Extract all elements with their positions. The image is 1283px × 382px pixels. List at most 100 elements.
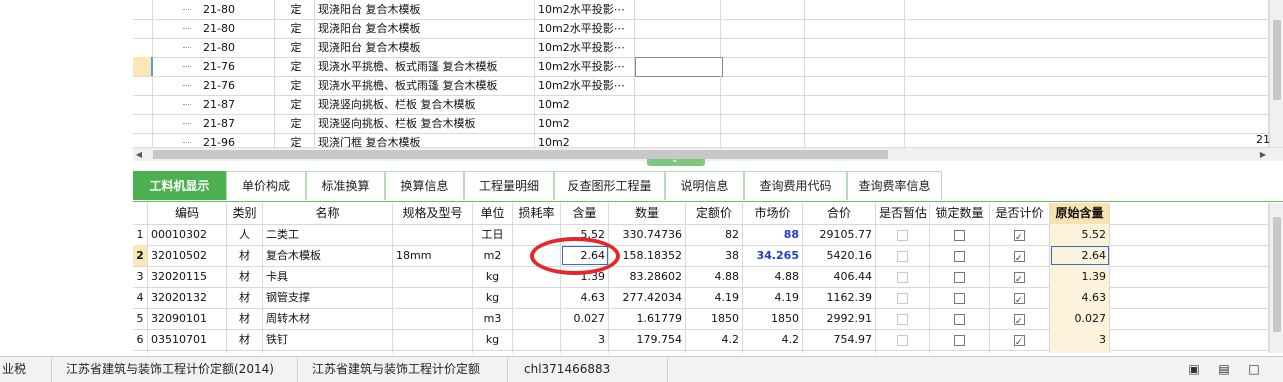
checkbox-provisional[interactable]: [897, 271, 908, 283]
grid-header-cell[interactable]: [133, 203, 148, 224]
cell-lock-qty[interactable]: [930, 350, 990, 353]
cell-provisional[interactable]: [876, 329, 930, 350]
tab-8[interactable]: 查询费率信息: [847, 171, 942, 200]
cell-lock-qty[interactable]: [930, 224, 990, 245]
table-row[interactable]: 703570237材镀锌铁丝22#kg0.031.797545.55.59.89…: [133, 350, 1269, 353]
grid-header-cell[interactable]: 定额价: [686, 203, 743, 224]
checkbox-priced[interactable]: [1014, 312, 1025, 329]
cell-provisional[interactable]: [876, 224, 930, 245]
checkbox-priced[interactable]: [1014, 249, 1025, 266]
cell-market-price[interactable]: 4.19: [743, 287, 803, 308]
grid-header-cell[interactable]: 类别: [227, 203, 263, 224]
cell-market-price[interactable]: 88: [743, 224, 803, 245]
cell-lock-qty[interactable]: [930, 329, 990, 350]
tab-1[interactable]: 单价构成: [226, 171, 306, 200]
checkbox-lock-qty[interactable]: [954, 229, 965, 241]
tab-7[interactable]: 查询费用代码: [744, 171, 847, 200]
upper-horizontal-scrollbar[interactable]: ◀ ▶: [133, 147, 1283, 161]
cell-lock-qty[interactable]: [930, 308, 990, 329]
upper-vertical-scrollbar[interactable]: [1269, 0, 1283, 147]
grid-header-cell[interactable]: 原始含量: [1050, 203, 1110, 224]
upper-vscroll-thumb[interactable]: [1273, 20, 1281, 100]
cell-provisional[interactable]: [876, 350, 930, 353]
grid-header-cell[interactable]: 损耗率: [513, 203, 561, 224]
grid-header-cell[interactable]: 编码: [148, 203, 227, 224]
checkbox-lock-qty[interactable]: [954, 250, 965, 262]
grid-header-cell[interactable]: 合价: [803, 203, 876, 224]
quota-row[interactable]: 21-80 定现浇阳台 复合木模板 10m2水平投影⋯: [133, 38, 1269, 58]
tab-3[interactable]: 换算信息: [385, 171, 464, 200]
cell-qty[interactable]: 4.63: [561, 287, 609, 308]
lower-vertical-scrollbar[interactable]: [1269, 203, 1283, 353]
quota-row[interactable]: 21-80 定现浇阳台 复合木模板 10m2水平投影⋯: [133, 19, 1269, 39]
cell-market-price[interactable]: 5.5: [743, 350, 803, 353]
table-row[interactable]: 3 32020115 材卡具 kg 1.39 83.28602 4.88 4.88 406.44…: [133, 266, 1269, 288]
grid-header-cell[interactable]: 单位: [473, 203, 513, 224]
scroll-right-icon[interactable]: ▶: [1257, 148, 1269, 161]
table-row[interactable]: 1 00010302 人二类工 工日 5.52 330.74736 82 88 29105.77…: [133, 224, 1269, 246]
cell-priced[interactable]: [990, 224, 1050, 245]
checkbox-provisional[interactable]: [897, 292, 908, 304]
scroll-left-icon[interactable]: ◀: [133, 148, 145, 161]
cell-qty[interactable]: 0.03: [561, 350, 609, 353]
cell-provisional[interactable]: [876, 308, 930, 329]
checkbox-lock-qty[interactable]: [954, 334, 965, 346]
tab-2[interactable]: 标准换算: [306, 171, 385, 200]
grid-header-cell[interactable]: 市场价: [743, 203, 803, 224]
checkbox-priced[interactable]: [1014, 228, 1025, 245]
cell-priced[interactable]: [990, 245, 1050, 266]
checkbox-priced[interactable]: [1014, 270, 1025, 287]
cell-lock-qty[interactable]: [930, 266, 990, 287]
cell-lock-qty[interactable]: [930, 287, 990, 308]
grid-header-cell[interactable]: 含量: [561, 203, 609, 224]
upper-hscroll-thumb[interactable]: [153, 150, 888, 159]
quota-row[interactable]: 21-87 定现浇竖向挑板、栏板 复合木模板 10m2: [133, 114, 1269, 134]
checkbox-provisional[interactable]: [897, 250, 908, 262]
quota-row[interactable]: 21-87 定现浇竖向挑板、栏板 复合木模板 10m2: [133, 95, 1269, 115]
checkbox-lock-qty[interactable]: [954, 313, 965, 325]
grid-header-cell[interactable]: 锁定数量: [930, 203, 990, 224]
quota-row[interactable]: 21-76 定现浇水平挑檐、板式雨篷 复合木模板 10m2水平投影⋯: [133, 76, 1269, 96]
tab-5[interactable]: 反查图形工程量: [554, 171, 665, 200]
cell-market-price[interactable]: 34.265: [743, 245, 803, 266]
checkbox-provisional[interactable]: [897, 334, 908, 346]
fullscreen-view-icon[interactable]: □: [1246, 362, 1262, 376]
grid-header-cell[interactable]: 数量: [609, 203, 686, 224]
cell-priced[interactable]: [990, 350, 1050, 353]
cell-priced[interactable]: [990, 308, 1050, 329]
table-row[interactable]: 603510701材铁钉kg3179.7544.24.2754.973: [133, 329, 1269, 351]
cell-provisional[interactable]: [876, 287, 930, 308]
cell-qty[interactable]: 0.027: [561, 308, 609, 329]
tab-6[interactable]: 说明信息: [665, 171, 744, 200]
checkbox-lock-qty[interactable]: [954, 292, 965, 304]
cell-provisional[interactable]: [876, 245, 930, 266]
quantity-edit-box[interactable]: [635, 57, 723, 77]
checkbox-provisional[interactable]: [897, 229, 908, 241]
table-row[interactable]: 5 32090101 材周转木材 m3 0.027 1.61779 1850 1850 2992…: [133, 308, 1269, 330]
checkbox-provisional[interactable]: [897, 313, 908, 325]
quota-row[interactable]: 21-96 定现浇门框 复合木模板 10m2: [133, 133, 1269, 147]
cell-qty[interactable]: 3: [561, 329, 609, 350]
tab-4[interactable]: 工程量明细: [464, 171, 554, 200]
checkbox-lock-qty[interactable]: [954, 271, 965, 283]
lower-vscroll-thumb[interactable]: [1273, 217, 1281, 332]
quota-row[interactable]: 21-76 定现浇水平挑檐、板式雨篷 复合木模板 10m2水平投影⋯: [133, 57, 1269, 77]
cell-priced[interactable]: [990, 287, 1050, 308]
split-view-icon[interactable]: ▤: [1216, 362, 1232, 376]
cell-priced[interactable]: [990, 266, 1050, 287]
tab-0[interactable]: 工料机显示: [133, 171, 226, 200]
cell-lock-qty[interactable]: [930, 245, 990, 266]
checkbox-priced[interactable]: [1014, 333, 1025, 350]
table-row[interactable]: 2 32010502 材复合木模板 18mm m2 2.64 158.18352 38 34.2…: [133, 245, 1269, 267]
grid-header-cell[interactable]: 是否暂估: [876, 203, 930, 224]
checkbox-priced[interactable]: [1014, 291, 1025, 308]
quota-row[interactable]: 21-80 定现浇阳台 复合木模板 10m2水平投影⋯: [133, 0, 1269, 20]
cell-market-price[interactable]: 4.88: [743, 266, 803, 287]
cell-market-price[interactable]: 1850: [743, 308, 803, 329]
cell-market-price[interactable]: 4.2: [743, 329, 803, 350]
grid-header-cell[interactable]: 名称: [263, 203, 393, 224]
layout-view-icon[interactable]: ▣: [1186, 362, 1202, 376]
grid-header-cell[interactable]: 是否计价: [990, 203, 1050, 224]
grid-header-cell[interactable]: 规格及型号: [393, 203, 473, 224]
cell-provisional[interactable]: [876, 266, 930, 287]
